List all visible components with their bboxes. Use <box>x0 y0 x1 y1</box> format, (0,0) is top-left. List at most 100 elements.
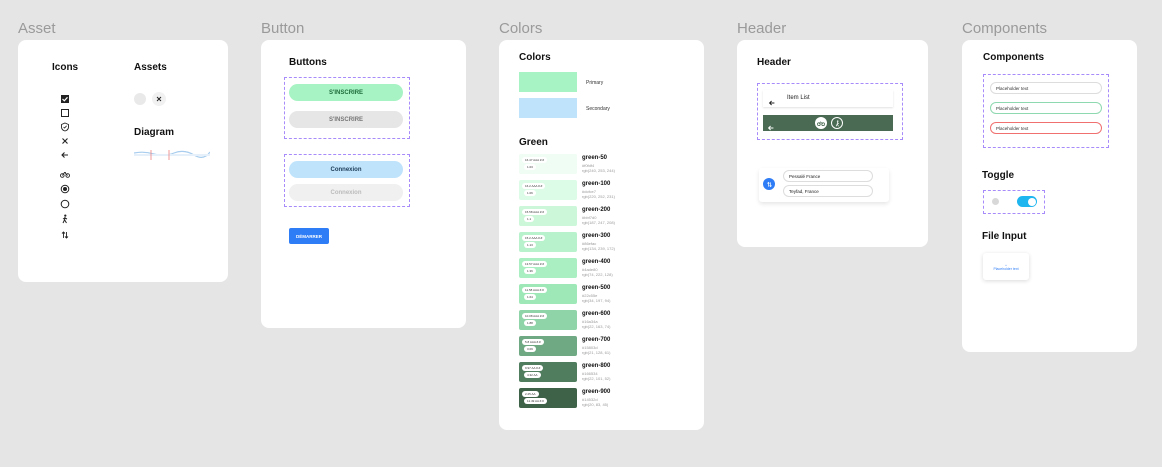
back-arrow-white-icon[interactable] <box>767 119 775 137</box>
item-list-title: Item List <box>787 95 810 101</box>
placeholder-avatar <box>134 93 146 105</box>
assets-title: Assets <box>134 62 167 73</box>
signup-button-disabled[interactable]: S'INSCRIRE <box>289 111 403 128</box>
walk-icon <box>60 214 70 224</box>
route-input-panel: Pessalé France Teyfad, France <box>759 168 889 202</box>
green-row-green-200: 15.58 AAA #.# 1.1 green-200 #bbf7d0 rgb(187,… <box>519 206 679 228</box>
green-row-green-500: 11.58 AAA #.# 1.64 green-500 #22c55e rgb(34,… <box>519 284 679 306</box>
diagram-graphic <box>134 150 210 160</box>
components-title: Components <box>983 52 1045 63</box>
login-button-disabled[interactable]: Connexion <box>289 184 403 201</box>
green-rgb: rgb(34, 197, 94) <box>582 298 611 303</box>
green-name: green-900 <box>582 389 611 395</box>
contrast-tag: 16.2 AAA #.# <box>522 183 546 189</box>
header-card: Header Item List Pessalé France Teyfad, … <box>737 40 928 247</box>
radio-checked-icon <box>60 184 70 194</box>
components-card: Components Placeholder text Placeholder … <box>962 40 1137 352</box>
contrast-tag: 13.57 AAA #.# <box>522 261 548 267</box>
contrast-tag: 5.8 AAA #.# <box>522 339 544 345</box>
green-name: green-800 <box>582 363 611 369</box>
frame-title-header: Header <box>737 20 787 37</box>
green-row-green-100: 16.2 AAA #.# 1.06 green-100 #dcfce7 rgb(220,… <box>519 180 679 202</box>
contrast-ratio: 3.09 <box>524 346 536 352</box>
green-name: green-600 <box>582 311 611 317</box>
contrast-ratio: 1.1 <box>524 216 535 222</box>
contrast-ratio: 4.32 AA <box>524 372 541 378</box>
contrast-ratio: 1.06 <box>524 190 536 196</box>
bike-mode-icon[interactable] <box>815 117 827 129</box>
buttons-title: Buttons <box>289 57 327 68</box>
green-header-bar <box>763 115 893 131</box>
secondary-swatch <box>519 98 577 118</box>
green-row-green-700: 5.8 AAA #.# 3.09 green-700 #15803d rgb(21, 1… <box>519 336 679 358</box>
green-row-green-50: 16.47 AAA #.# 1.03 green-50 #f0fdf4 rgb(240,… <box>519 154 679 176</box>
contrast-tag: 2.25 AA <box>522 391 539 397</box>
green-rgb: rgb(21, 128, 61) <box>582 350 611 355</box>
arrow-left-icon <box>60 150 70 160</box>
frame-title-button: Button <box>261 20 305 37</box>
text-field-error[interactable]: Placeholder text <box>990 122 1102 134</box>
green-rgb: rgb(240, 253, 244) <box>582 168 615 173</box>
colors-card: Colors Primary Secondary Green 16.47 AAA… <box>499 40 704 430</box>
green-name: green-300 <box>582 233 611 239</box>
contrast-ratio: 1.03 <box>524 164 536 170</box>
green-name: green-400 <box>582 259 611 265</box>
colors-title: Colors <box>519 52 551 63</box>
green-rgb: rgb(22, 163, 74) <box>582 324 611 329</box>
signup-button[interactable]: S'INSCRIRE <box>289 84 403 101</box>
green-rgb: rgb(22, 101, 52) <box>582 376 611 381</box>
primary-swatch <box>519 72 577 92</box>
toggle-title: Toggle <box>982 170 1015 181</box>
green-row-green-300: 15.2 AAA #.# 1.13 green-300 #86efac rgb(134,… <box>519 232 679 254</box>
icons-title: Icons <box>52 62 79 73</box>
contrast-tag: 11.58 AAA #.# <box>522 287 547 293</box>
item-list-header: Item List <box>763 90 893 107</box>
button-card: Buttons S'INSCRIRE S'INSCRIRE Connexion … <box>261 40 466 328</box>
header-title: Header <box>757 57 791 68</box>
back-arrow-icon[interactable] <box>768 94 776 112</box>
frame-title-asset: Asset <box>18 20 56 37</box>
route-to-input[interactable]: Teyfad, France <box>783 185 873 197</box>
text-field-default[interactable]: Placeholder text <box>990 82 1102 94</box>
close-circle-icon[interactable] <box>152 92 166 106</box>
toggle-knob <box>1027 197 1036 206</box>
secondary-label: Secondary <box>586 106 610 112</box>
green-row-green-800: 9.97 AA #.# 4.32 AA green-800 #166534 rgb(22… <box>519 362 679 384</box>
file-input-label: Placeholder text <box>993 266 1019 271</box>
swap-icon <box>60 230 70 240</box>
green-rgb: rgb(187, 247, 208) <box>582 220 615 225</box>
green-row-green-900: 2.25 AA 11.49 AA #.# green-900 #14532d rgb(2… <box>519 388 679 410</box>
green-name: green-200 <box>582 207 611 213</box>
text-field-success[interactable]: Placeholder text <box>990 102 1102 114</box>
walk-mode-icon[interactable] <box>831 117 843 129</box>
green-name: green-50 <box>582 155 608 161</box>
green-title: Green <box>519 137 548 148</box>
route-from-input[interactable]: Pessalé France <box>783 170 873 182</box>
contrast-tag: 9.97 AA #.# <box>522 365 544 371</box>
frame-title-colors: Colors <box>499 20 543 37</box>
contrast-ratio: 11.49 AA #.# <box>524 398 547 404</box>
contrast-tag: 10.08 AAA #.# <box>522 313 548 319</box>
radio-empty-icon <box>60 199 70 209</box>
diagram-title: Diagram <box>134 127 175 138</box>
file-input-title: File Input <box>982 231 1027 242</box>
shield-icon <box>60 122 70 132</box>
contrast-ratio: 1.13 <box>524 242 536 248</box>
green-rgb: rgb(134, 239, 172) <box>582 246 615 251</box>
green-name: green-100 <box>582 181 611 187</box>
checkbox-empty-icon <box>60 108 70 118</box>
toggle-on[interactable] <box>1017 196 1037 207</box>
green-rgb: rgb(74, 222, 128) <box>582 272 613 277</box>
contrast-tag: 16.47 AAA #.# <box>522 157 548 163</box>
swap-route-icon[interactable] <box>763 178 775 190</box>
file-input[interactable]: + Placeholder text <box>983 253 1029 280</box>
green-name: green-500 <box>582 285 611 291</box>
login-button[interactable]: Connexion <box>289 161 403 178</box>
start-button[interactable]: DÉMARRER <box>289 228 329 244</box>
checkbox-checked-icon <box>60 94 70 104</box>
frame-title-components: Components <box>962 20 1048 37</box>
toggle-off[interactable] <box>992 198 999 205</box>
primary-label: Primary <box>586 80 604 86</box>
asset-card: Icons Assets Diagram <box>18 40 228 282</box>
green-name: green-700 <box>582 337 611 343</box>
